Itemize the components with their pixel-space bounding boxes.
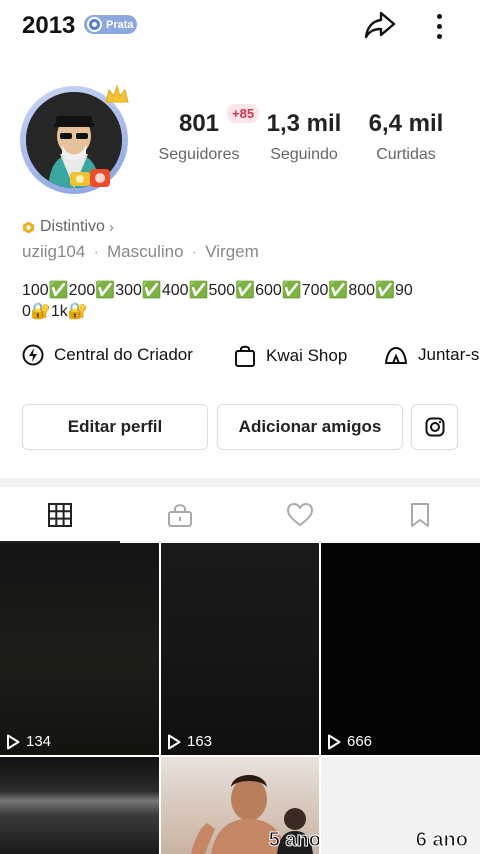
play-count: 134 <box>6 733 51 750</box>
tab-private[interactable] <box>120 488 240 542</box>
grid-icon <box>48 503 72 527</box>
play-count-value: 134 <box>26 733 52 750</box>
more-options-button[interactable] <box>424 8 454 44</box>
more-vertical-icon <box>436 13 442 19</box>
play-count: 163 <box>167 733 212 750</box>
profile-handle: uziig104 <box>22 242 86 261</box>
profile-username: 2013 <box>22 12 76 39</box>
bolt-circle-icon <box>22 344 44 366</box>
tier-badge-label: Prata <box>106 18 134 31</box>
badge-hexagon-icon <box>22 220 35 234</box>
likes-label: Curtidas <box>376 146 436 163</box>
badge-link[interactable]: Distintivo › <box>22 216 114 238</box>
play-icon <box>328 734 341 749</box>
video-thumbnail[interactable]: 6 ano <box>321 757 480 854</box>
profile-bio: 100✅200✅300✅400✅500✅600✅700✅800✅90 0🔐1k🔐 <box>22 280 462 322</box>
instagram-button[interactable] <box>411 404 458 450</box>
video-thumbnail[interactable]: 5 ano <box>161 757 319 854</box>
top-bar: 2013 Prata <box>0 0 480 54</box>
chevron-right-icon: › <box>108 218 114 236</box>
bio-line: 100✅200✅300✅400✅500✅600✅700✅800✅90 <box>22 282 413 299</box>
video-grid: 134 163 666 5 ano 6 ano <box>0 543 480 854</box>
section-divider <box>0 478 480 487</box>
tent-icon <box>384 346 408 364</box>
shortcut-label: Kwai Shop <box>266 346 348 365</box>
share-arrow-icon <box>364 11 396 39</box>
shopping-bag-icon <box>235 345 255 367</box>
followers-label: Seguidores <box>158 146 240 163</box>
play-icon <box>168 734 181 749</box>
profile-stats: 801 Seguidores +85 1,3 mil Seguindo 6,4 … <box>140 100 470 180</box>
video-thumbnail[interactable]: 666 <box>321 543 480 755</box>
video-thumbnail[interactable]: 134 <box>0 543 159 755</box>
shortcut-join[interactable]: Juntar-s <box>384 344 479 366</box>
video-overlay-text: 6 ano <box>415 829 468 852</box>
play-count-value: 666 <box>347 733 373 750</box>
following-count: 1,3 mil <box>266 110 342 137</box>
likes-count: 6,4 mil <box>368 110 444 137</box>
content-tabs <box>0 488 480 543</box>
tier-badge[interactable]: Prata <box>84 15 137 34</box>
bookmark-icon <box>411 503 429 527</box>
shortcut-creator-center[interactable]: Central do Criador <box>22 344 193 366</box>
meta-separator: · <box>191 242 198 261</box>
shortcut-label: Juntar-s <box>418 345 480 364</box>
badge-label: Distintivo <box>40 218 105 235</box>
video-thumbnail[interactable]: 163 <box>161 543 319 755</box>
profile-meta: uziig104 · Masculino · Virgem <box>22 242 259 262</box>
instagram-icon <box>425 417 444 437</box>
following-label: Seguindo <box>270 146 338 163</box>
followers-stat[interactable]: 801 Seguidores +85 <box>144 104 260 164</box>
profile-sign: Virgem <box>205 242 259 261</box>
crown-icon <box>105 84 129 103</box>
profile-shortcuts: Central do Criador Kwai Shop Juntar-s <box>0 340 480 376</box>
bio-line: 0🔐1k🔐 <box>22 303 88 320</box>
meta-separator: · <box>93 242 99 261</box>
tier-badge-icon <box>87 17 102 32</box>
profile-gender: Masculino <box>107 242 184 261</box>
play-count: 666 <box>327 733 372 750</box>
video-overlay-text: 5 ano <box>268 829 319 852</box>
shortcut-label: Central do Criador <box>54 345 193 364</box>
share-button[interactable] <box>360 7 400 43</box>
shortcut-kwai-shop[interactable]: Kwai Shop <box>234 344 347 368</box>
profile-avatar[interactable] <box>18 84 130 196</box>
video-thumbnail[interactable] <box>0 757 159 854</box>
edit-profile-button[interactable]: Editar perfil <box>22 404 208 450</box>
tab-liked[interactable] <box>240 488 360 542</box>
heart-icon <box>287 503 313 526</box>
play-count-value: 163 <box>187 733 213 750</box>
following-stat[interactable]: 1,3 mil Seguindo <box>249 110 359 164</box>
add-friends-button[interactable]: Adicionar amigos <box>217 404 403 450</box>
likes-stat[interactable]: 6,4 mil Curtidas <box>351 110 461 164</box>
tab-saved[interactable] <box>360 488 480 542</box>
tab-posts[interactable] <box>0 488 120 543</box>
lock-icon <box>168 504 192 527</box>
play-icon <box>7 734 20 749</box>
camera-decoration-icon <box>70 169 110 187</box>
